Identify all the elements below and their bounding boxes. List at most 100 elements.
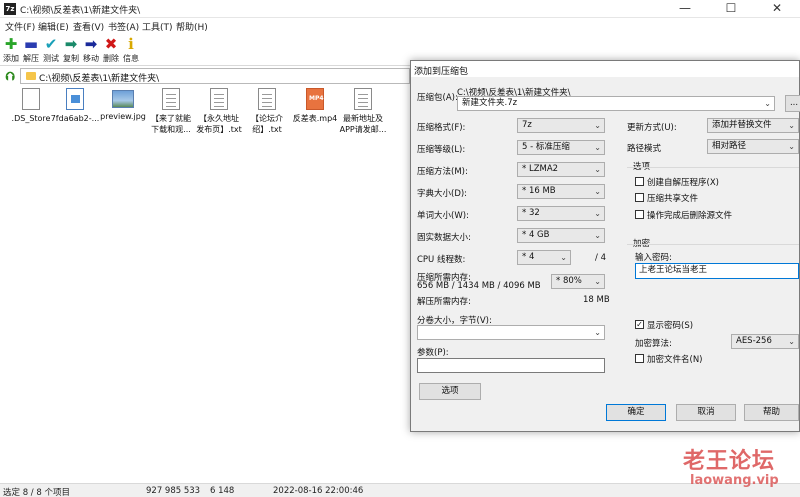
check-icon: ✔ xyxy=(44,35,58,53)
params-label: 参数(P): xyxy=(417,348,449,358)
enc-method-select[interactable]: AES-256 ⌄ xyxy=(731,334,799,349)
delete-source-label: 操作完成后删除源文件 xyxy=(647,211,733,221)
shared-label: 压缩共享文件 xyxy=(647,194,699,204)
threads-value: * 4 xyxy=(522,252,535,262)
status-packed: 6 148 xyxy=(210,486,235,496)
maximize-button[interactable]: ☐ xyxy=(708,0,754,18)
chevron-down-icon: ⌄ xyxy=(594,328,601,337)
dict-label: 字典大小(D): xyxy=(417,189,468,199)
delete-icon: ✖ xyxy=(104,35,118,53)
browse-button[interactable]: ... xyxy=(785,95,800,112)
enc-method-label: 加密算法: xyxy=(635,339,672,349)
info-icon: ℹ xyxy=(128,35,134,53)
chevron-down-icon: ⌄ xyxy=(594,143,601,152)
path-mode-label: 路径模式 xyxy=(627,144,662,154)
show-password-checkbox[interactable]: ✓ xyxy=(635,320,644,329)
level-value: 5 - 标准压缩 xyxy=(522,142,570,152)
update-label: 更新方式(U): xyxy=(627,123,677,133)
chevron-down-icon: ⌄ xyxy=(788,121,795,130)
address-input[interactable]: C:\视频\反差表\1\新建文件夹\ xyxy=(20,68,410,84)
title-bar: 7z C:\视频\反差表\1\新建文件夹\ — ☐ ✕ xyxy=(0,0,800,18)
document-icon xyxy=(22,88,40,110)
params-input[interactable] xyxy=(417,358,605,373)
sfx-checkbox[interactable] xyxy=(635,177,644,186)
enc-method-value: AES-256 xyxy=(736,336,772,346)
menu-view[interactable]: 查看(V) xyxy=(73,20,104,33)
mem-decomp-label: 解压所需内存: xyxy=(417,297,471,307)
password-label: 输入密码: xyxy=(635,253,672,263)
status-selection: 选定 8 / 8 个项目 xyxy=(3,488,70,497)
mem-pct-select[interactable]: * 80% ⌄ xyxy=(551,274,605,289)
jpg-thumbnail-icon xyxy=(112,90,134,108)
method-select[interactable]: * LZMA2 ⌄ xyxy=(517,162,605,177)
folder-icon xyxy=(26,72,36,80)
word-label: 单词大小(W): xyxy=(417,211,469,221)
options-button[interactable]: 选项 xyxy=(419,383,481,400)
path-mode-select[interactable]: 相对路径 ⌄ xyxy=(707,139,799,154)
menu-edit[interactable]: 编辑(E) xyxy=(38,20,69,33)
info-button[interactable]: ℹ 信息 xyxy=(121,36,141,64)
archive-label: 压缩包(A): xyxy=(417,93,458,103)
mem-pct-value: * 80% xyxy=(556,276,582,286)
image-file-icon xyxy=(66,88,84,110)
method-value: * LZMA2 xyxy=(522,164,559,174)
update-select[interactable]: 添加并替换文件 ⌄ xyxy=(707,118,799,133)
text-file-icon xyxy=(210,88,228,110)
chevron-down-icon: ⌄ xyxy=(788,142,795,151)
file-item[interactable]: 最新地址及 APP请发邮... xyxy=(332,88,394,135)
cancel-button[interactable]: 取消 xyxy=(676,404,736,421)
watermark-logo: 老王论坛 xyxy=(683,449,776,474)
dict-value: * 16 MB xyxy=(522,186,556,196)
dict-select[interactable]: * 16 MB ⌄ xyxy=(517,184,605,199)
archive-name-combo[interactable]: 新建文件夹.7z ⌄ xyxy=(457,96,775,111)
encryption-group-divider xyxy=(627,244,799,245)
copy-arrow-icon: ➡ xyxy=(64,35,78,53)
chevron-down-icon: ⌄ xyxy=(764,99,771,108)
format-label: 压缩格式(F): xyxy=(417,123,466,133)
threads-select[interactable]: * 4 ⌄ xyxy=(517,250,571,265)
mem-decomp-value: 18 MB xyxy=(583,295,610,305)
delete-source-checkbox[interactable] xyxy=(635,210,644,219)
text-file-icon xyxy=(258,88,276,110)
level-label: 压缩等级(L): xyxy=(417,145,466,155)
chevron-down-icon: ⌄ xyxy=(594,165,601,174)
plus-icon: ✚ xyxy=(4,35,18,53)
solid-select[interactable]: * 4 GB ⌄ xyxy=(517,228,605,243)
close-button[interactable]: ✕ xyxy=(754,0,800,18)
up-folder-icon[interactable]: ⮉ xyxy=(3,69,17,83)
window-title: C:\视频\反差表\1\新建文件夹\ xyxy=(20,6,141,16)
menu-bookmarks[interactable]: 书签(A) xyxy=(108,20,139,33)
status-modified: 2022-08-16 22:00:46 xyxy=(273,486,364,496)
format-select[interactable]: 7z ⌄ xyxy=(517,118,605,133)
menu-help[interactable]: 帮助(H) xyxy=(176,20,208,33)
update-value: 添加并替换文件 xyxy=(712,120,772,130)
menu-file[interactable]: 文件(F) xyxy=(5,20,35,33)
level-select[interactable]: 5 - 标准压缩 ⌄ xyxy=(517,140,605,155)
password-input[interactable]: 上老王论坛当老王 xyxy=(635,263,799,279)
minus-icon: ▬ xyxy=(23,35,39,53)
sfx-label: 创建自解压程序(X) xyxy=(647,178,719,188)
text-file-icon xyxy=(162,88,180,110)
path-mode-value: 相对路径 xyxy=(712,141,747,151)
encrypt-names-label: 加密文件名(N) xyxy=(647,355,703,365)
minimize-button[interactable]: — xyxy=(662,0,708,18)
chevron-down-icon: ⌄ xyxy=(788,337,795,346)
encrypt-names-checkbox[interactable] xyxy=(635,354,644,363)
shared-checkbox[interactable] xyxy=(635,193,644,202)
help-button[interactable]: 帮助 xyxy=(744,404,799,421)
menu-bar: 文件(F) 编辑(E) 查看(V) 书签(A) 工具(T) 帮助(H) xyxy=(0,18,800,34)
menu-tools[interactable]: 工具(T) xyxy=(142,20,173,33)
status-size: 927 985 533 xyxy=(146,486,201,496)
split-select[interactable]: ⌄ xyxy=(417,325,605,340)
video-file-icon: MP4 xyxy=(306,88,324,110)
word-select[interactable]: * 32 ⌄ xyxy=(517,206,605,221)
method-label: 压缩方法(M): xyxy=(417,167,468,177)
ok-button[interactable]: 确定 xyxy=(606,404,666,421)
threads-max: / 4 xyxy=(595,253,606,263)
format-value: 7z xyxy=(522,120,532,130)
solid-label: 固实数据大小: xyxy=(417,233,471,243)
chevron-down-icon: ⌄ xyxy=(594,231,601,240)
file-name: 最新地址及 APP请发邮... xyxy=(339,114,387,134)
dialog-title: 添加到压缩包 xyxy=(414,67,469,77)
options-group-title: 选项 xyxy=(633,162,651,172)
